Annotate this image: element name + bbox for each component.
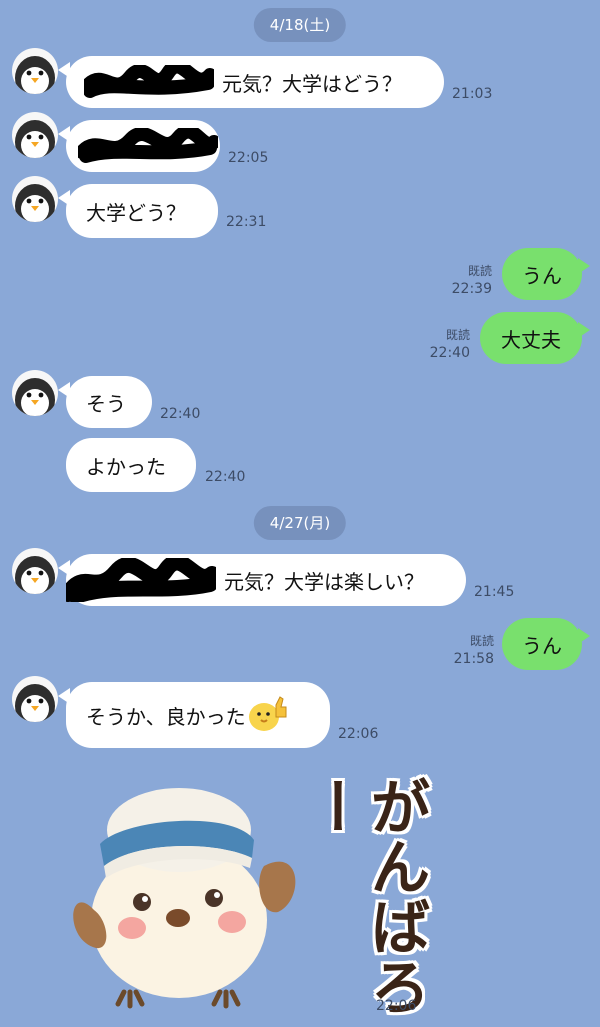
message-bubble-sent[interactable]: うん [502, 618, 590, 670]
redaction-scribble [84, 65, 214, 98]
redaction-scribble [66, 558, 216, 602]
message-time: 21:58 [453, 651, 494, 667]
message-text: うん [522, 633, 562, 658]
read-receipt: 既読 [469, 634, 494, 648]
message-time: 22:40 [205, 469, 246, 485]
penguin-avatar-icon[interactable] [12, 176, 58, 222]
redaction-scribble [78, 128, 218, 163]
message-text: 大学どう？ [86, 200, 186, 225]
sticker[interactable]: がんばろー [64, 770, 430, 1020]
message-time: 22:31 [226, 214, 267, 230]
penguin-avatar-icon[interactable] [12, 112, 58, 158]
message-bubble[interactable]: 元気？大学はどう？ [58, 56, 444, 108]
message-bubble[interactable]: よかった [66, 438, 196, 492]
message-text: 大丈夫 [501, 327, 561, 352]
message-time: 22:06 [376, 998, 417, 1014]
message-time: 22:06 [338, 726, 379, 742]
message-time: 22:39 [451, 281, 492, 297]
message-text: よかった [86, 454, 166, 479]
date-separator: 4/18(土) [253, 8, 347, 42]
read-receipt: 既読 [467, 264, 492, 278]
message-bubble[interactable]: 大学どう？ [58, 184, 218, 238]
penguin-avatar-icon[interactable] [12, 676, 58, 722]
message-text: 元気？大学は楽しい？ [224, 569, 424, 594]
message-meta: 既読 22:40 [420, 326, 470, 362]
message-time: 22:40 [429, 345, 470, 361]
chick-sailor-sticker-icon [73, 788, 296, 1009]
thumbs-up-chick-emoji-icon [248, 696, 287, 731]
message-bubble[interactable]: そう [58, 376, 152, 428]
penguin-avatar-icon[interactable] [12, 48, 58, 94]
message-bubble-sent[interactable]: うん [502, 248, 590, 300]
message-text: うん [522, 263, 562, 288]
message-time: 22:40 [160, 406, 201, 422]
sticker-text: がんばろー [298, 776, 430, 1016]
message-time: 22:05 [228, 150, 269, 166]
date-separator: 4/27(月) [253, 506, 347, 540]
message-time: 21:45 [474, 584, 515, 600]
message-bubble[interactable] [58, 120, 220, 172]
message-bubble[interactable]: そうか、良かった [58, 682, 330, 748]
message-meta: 既読 22:39 [440, 262, 492, 298]
message-bubble[interactable]: 元気？大学は楽しい？ [58, 554, 466, 606]
message-text: そう [86, 391, 126, 416]
message-text: 元気？大学はどう？ [222, 71, 402, 96]
message-meta: 既読 21:58 [442, 632, 494, 668]
penguin-avatar-icon[interactable] [12, 370, 58, 416]
penguin-avatar-icon[interactable] [12, 548, 58, 594]
read-receipt: 既読 [445, 328, 470, 342]
message-bubble-sent[interactable]: 大丈夫 [480, 312, 590, 364]
message-time: 21:03 [452, 86, 493, 102]
message-text: そうか、良かった [86, 704, 246, 729]
